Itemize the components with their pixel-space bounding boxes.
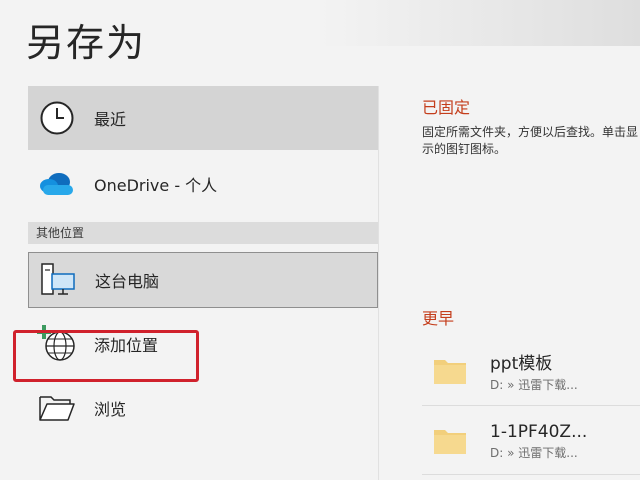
folder-open-icon: [28, 392, 86, 424]
pinned-section: 已固定 固定所需文件夹，方便以后查找。单击显示的图钉图标。: [422, 86, 640, 158]
nav-item-recent[interactable]: 最近: [28, 86, 378, 150]
nav-item-label: 这台电脑: [95, 272, 160, 291]
pinned-title: 已固定: [422, 98, 471, 117]
nav-item-browse[interactable]: 浏览: [28, 376, 378, 440]
globe-add-icon: [28, 324, 86, 364]
nav-item-this-pc[interactable]: 这台电脑: [28, 252, 378, 308]
pinned-description: 固定所需文件夹，方便以后查找。单击显示的图钉图标。: [422, 125, 639, 156]
folder-icon: [422, 356, 478, 386]
column-divider: [378, 86, 379, 480]
nav-item-label: 最近: [94, 110, 127, 129]
nav-item-label: 浏览: [94, 400, 127, 419]
locations-nav: 最近 OneDrive - 个人 其他位置 这台电脑 添加位置 浏览: [28, 86, 378, 440]
folder-name: ppt模板: [490, 354, 553, 374]
folder-path: D: » 迅雷下载...: [490, 445, 578, 460]
nav-item-onedrive[interactable]: OneDrive - 个人: [28, 152, 378, 216]
computer-icon: [29, 262, 87, 298]
page-title: 另存为: [26, 21, 147, 65]
folder-path: D: » 迅雷下载...: [490, 378, 578, 392]
header-decoration: [320, 0, 640, 46]
nav-item-label: OneDrive - 个人: [94, 176, 218, 195]
nav-item-label: 添加位置: [94, 336, 159, 355]
other-locations-header: 其他位置: [28, 222, 378, 244]
folder-icon: [422, 426, 478, 456]
list-item[interactable]: 1-1PF40Z... D: » 迅雷下载...: [422, 408, 640, 474]
cloud-icon: [28, 169, 86, 199]
row-separator: [422, 405, 640, 406]
earlier-title: 更早: [422, 309, 455, 328]
folder-name: 1-1PF40Z...: [490, 421, 588, 442]
nav-item-add-location[interactable]: 添加位置: [28, 312, 378, 376]
clock-icon: [28, 100, 86, 136]
row-separator: [422, 474, 640, 475]
list-item[interactable]: ppt模板 D: » 迅雷下载...: [422, 338, 640, 404]
